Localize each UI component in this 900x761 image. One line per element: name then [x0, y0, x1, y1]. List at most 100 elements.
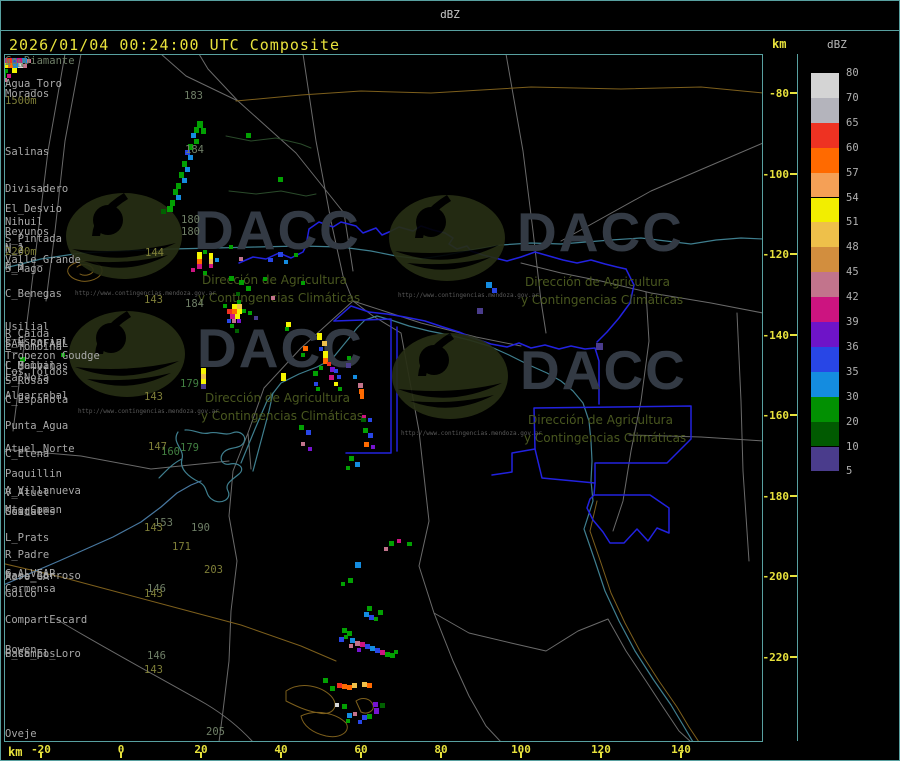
legend-title: dBZ: [827, 38, 847, 51]
legend-swatch: [811, 421, 839, 447]
radar-cell: [229, 276, 234, 281]
radar-cell: [242, 309, 246, 313]
radar-composite-window: dBZ 2026/01/04 00:24:00 UTC Composite km…: [0, 0, 900, 761]
radar-cell: [389, 541, 394, 546]
legend-swatch: [811, 371, 839, 397]
place-label: 179: [180, 378, 199, 390]
radar-cell: [378, 610, 383, 615]
legend-value-label: 30: [846, 390, 859, 403]
place-label: 143: [144, 391, 163, 403]
place-label: Soitue: [5, 506, 43, 518]
radar-cell: [397, 539, 401, 543]
legend-value-label: 60: [846, 141, 859, 154]
radar-cell: [167, 206, 173, 212]
place-label: Carmensa: [5, 583, 56, 595]
radar-cell: [313, 371, 318, 376]
radar-cell: [358, 383, 363, 388]
radar-cell: [394, 650, 398, 654]
legend-swatch: [811, 247, 839, 273]
radar-cell: [367, 683, 372, 688]
legend-swatch: [811, 197, 839, 223]
legend-separator-line: [797, 54, 798, 741]
x-axis-tick-label: 20: [194, 743, 208, 756]
place-label: R_Padre: [5, 549, 50, 561]
map-features: [5, 55, 762, 741]
radar-cell: [364, 442, 369, 447]
legend-value-label: 57: [846, 166, 859, 179]
radar-cell: [344, 635, 348, 639]
radar-cell: [341, 582, 345, 586]
legend-swatch: [811, 346, 839, 372]
y-axis-tick: [790, 333, 797, 336]
radar-cell: [361, 418, 366, 422]
y-axis-tick: [790, 414, 797, 416]
radar-cell: [303, 346, 308, 351]
legend-value-label: 65: [846, 116, 859, 129]
place-label: 205: [206, 726, 225, 738]
page-title: dBZ: [440, 8, 460, 21]
radar-cell: [357, 648, 361, 652]
place-label: Atuel_Norte: [5, 443, 75, 455]
radar-cell: [203, 271, 207, 275]
radar-cell: [201, 128, 206, 134]
radar-cell: [349, 456, 354, 461]
radar-cell: [263, 277, 267, 281]
radar-cell: [281, 373, 286, 381]
legend-value-label: 42: [846, 291, 859, 304]
radar-cell: [185, 167, 190, 172]
y-axis-tick: [790, 92, 797, 94]
title-bar: dBZ: [1, 1, 899, 31]
timestamp-label: 2026/01/04 00:24:00 UTC Composite: [9, 36, 341, 54]
radar-cell: [319, 366, 323, 370]
x-axis-tick-label: 80: [434, 743, 448, 756]
x-axis-tick-label: 100: [511, 743, 531, 756]
legend-value-label: 35: [846, 365, 859, 378]
radar-cell: [367, 606, 372, 611]
radar-cell: [248, 311, 252, 315]
y-axis-unit-label: km: [772, 37, 787, 51]
radar-cell: [352, 683, 357, 688]
radar-cell: [232, 319, 236, 323]
place-label: L_Prats: [5, 532, 50, 544]
radar-cell: [301, 442, 305, 446]
legend-swatch: [811, 396, 839, 422]
place-label: Paquillin: [5, 468, 62, 480]
radar-cell: [278, 177, 283, 182]
place-label: Los_Toldos: [5, 366, 69, 378]
place-label: Nihuil: [5, 216, 43, 228]
radar-cell: [317, 333, 322, 340]
radar-cell: [596, 343, 603, 350]
radar-cell: [246, 133, 251, 138]
place-label: Oveje: [5, 728, 37, 740]
radar-cell: [360, 394, 364, 399]
radar-cell: [191, 133, 196, 138]
y-axis-tick: [790, 494, 797, 497]
radar-cell: [236, 292, 240, 296]
legend-value-label: 5: [846, 465, 853, 478]
radar-cell: [384, 547, 388, 551]
place-label: 143: [144, 522, 163, 534]
radar-cell: [358, 720, 362, 724]
y-axis-tick-label: -160: [762, 409, 790, 422]
radar-cell: [278, 252, 283, 257]
radar-map-area: DACC Dirección de Agricultura y Contingenc…: [4, 54, 763, 742]
legend-swatch: [811, 73, 839, 98]
x-axis-tick-label: 40: [274, 743, 288, 756]
radar-cell: [239, 257, 243, 261]
legend-swatch: [811, 122, 839, 148]
radar-cell: [348, 578, 353, 583]
legend-swatch: [811, 222, 839, 248]
radar-cell: [327, 362, 331, 366]
radar-cell: [237, 319, 241, 323]
radar-cell: [322, 341, 327, 346]
legend-value-label: 51: [846, 216, 859, 229]
radar-cell: [329, 375, 334, 380]
place-label: 180: [181, 214, 200, 226]
radar-cell: [373, 702, 378, 707]
radar-cell: [407, 542, 412, 546]
legend-value-label: 10: [846, 440, 859, 453]
radar-cell: [229, 245, 233, 249]
radar-cell: [299, 425, 304, 430]
radar-cell: [346, 466, 350, 470]
radar-cell: [477, 308, 483, 314]
